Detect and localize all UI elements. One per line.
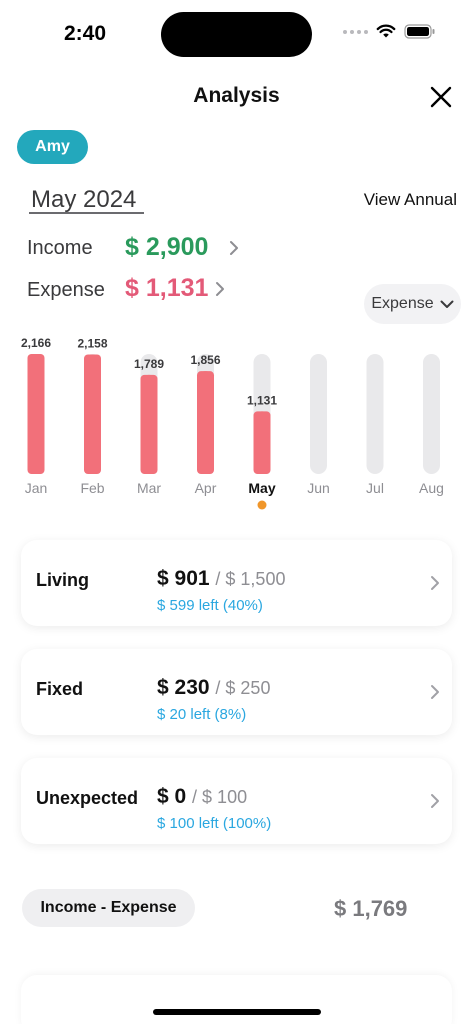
partial-card (21, 975, 452, 1024)
home-indicator (153, 1009, 321, 1015)
category-amount: $ 230 / $ 250 (157, 676, 270, 700)
bar-value-label: 1,856 (190, 353, 220, 367)
x-tick-label: May (248, 480, 275, 496)
income-value[interactable]: $ 2,900 (125, 233, 208, 262)
close-icon[interactable] (429, 85, 453, 109)
category-name: Living (36, 570, 89, 590)
wifi-icon (376, 24, 396, 38)
income-label: Income (27, 237, 93, 259)
category-card-living[interactable]: Living $ 901 / $ 1,500 $ 599 left (40%) (21, 540, 452, 626)
category-name: Fixed (36, 679, 84, 699)
cellular-signal-icon (343, 29, 368, 34)
category-budget: / $ 1,500 (215, 569, 286, 589)
x-tick-label: Jul (366, 480, 384, 496)
expense-label: Expense (27, 279, 105, 301)
net-value: $ 1,769 (334, 896, 408, 921)
x-tick-label: Mar (137, 480, 161, 496)
income-chevron-icon[interactable] (229, 240, 239, 256)
bar-cap (197, 371, 214, 389)
category-budget: / $ 250 (215, 678, 271, 698)
category-name: Unexpected (36, 788, 139, 808)
category-spent: $ 230 (157, 676, 210, 699)
month-selector[interactable]: May 2024 (31, 186, 136, 214)
x-tick-label: Feb (80, 480, 104, 496)
x-tick-label: Apr (195, 480, 217, 496)
bar-value-label: 2,158 (77, 336, 107, 350)
bar-cap (84, 354, 101, 372)
user-chip[interactable]: Amy (17, 130, 88, 164)
category-card-fixed[interactable]: Fixed $ 230 / $ 250 $ 20 left (8%) (21, 649, 452, 735)
x-tick-label: Jan (25, 480, 48, 496)
x-tick-label: Aug (419, 480, 444, 496)
page-title: Analysis (193, 84, 280, 107)
chevron-down-icon (440, 300, 454, 308)
bar-value-label: 1,789 (134, 357, 164, 371)
category-spent: $ 901 (157, 567, 210, 590)
status-time: 2:40 (64, 22, 107, 45)
bar-track (423, 354, 440, 474)
expense-value[interactable]: $ 1,131 (125, 274, 208, 303)
selected-month-dot (257, 500, 267, 510)
status-icons (343, 24, 435, 39)
category-card-unexpected[interactable]: Unexpected $ 0 / $ 100 $ 100 left (100%) (21, 758, 452, 844)
bar (84, 354, 101, 474)
dynamic-island (161, 12, 312, 57)
chevron-right-icon (431, 576, 439, 590)
bar-value-label: 2,166 (21, 336, 51, 350)
expense-chevron-icon[interactable] (215, 281, 225, 297)
view-annual-link[interactable]: View Annual (364, 190, 457, 210)
chevron-right-icon (431, 685, 439, 699)
net-label-chip: Income - Expense (22, 889, 195, 927)
category-remaining: $ 20 left (8%) (157, 706, 247, 723)
category-remaining: $ 599 left (40%) (157, 597, 263, 614)
bar-track (310, 354, 327, 474)
category-amount: $ 0 / $ 100 (157, 785, 247, 809)
type-dropdown[interactable]: Expense (364, 284, 461, 324)
bar-cap (253, 411, 271, 429)
bar-value-label: 1,131 (247, 393, 277, 407)
bar-cap (140, 374, 158, 392)
bar-cap (27, 354, 45, 371)
category-amount: $ 901 / $ 1,500 (157, 567, 285, 591)
bar-track (366, 354, 384, 474)
category-spent: $ 0 (157, 785, 187, 808)
x-tick-label: Jun (307, 480, 330, 496)
category-remaining: $ 100 left (100%) (157, 815, 272, 832)
monthly-expense-chart: 2,166 Jan 2,158 Feb 1,789 Mar 1,856 Apr 1,131 May… (21, 336, 444, 510)
type-dropdown-value: Expense (371, 295, 434, 312)
category-budget: / $ 100 (192, 787, 248, 807)
bar (27, 354, 45, 474)
battery-icon (404, 24, 435, 39)
month-underline (29, 212, 144, 214)
chevron-right-icon (431, 794, 439, 808)
